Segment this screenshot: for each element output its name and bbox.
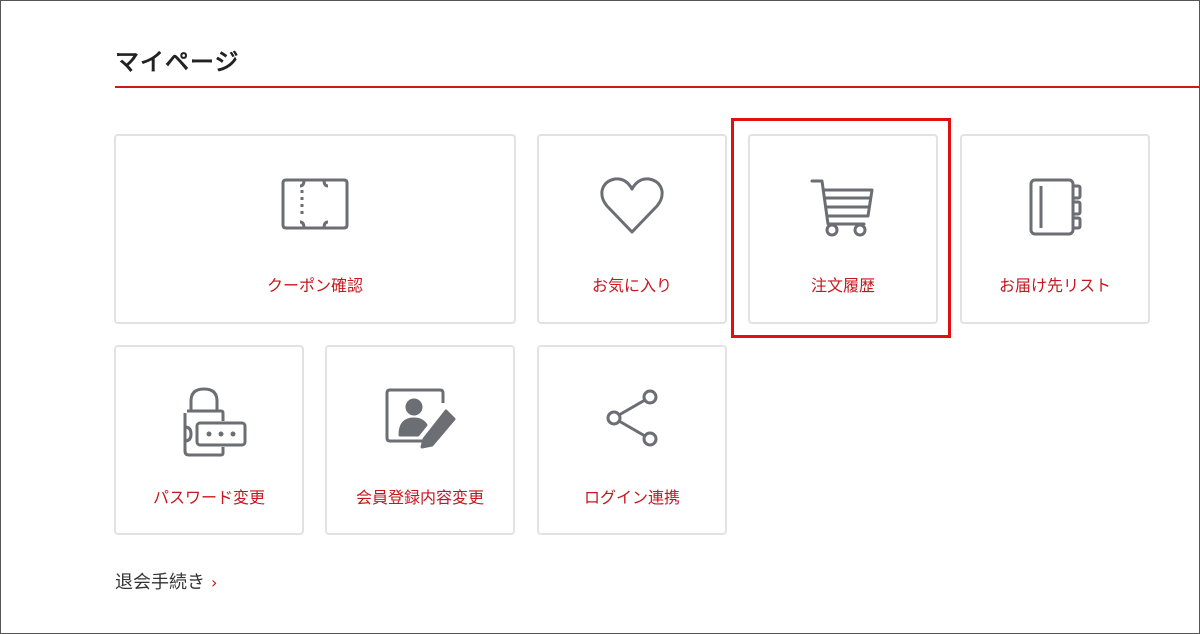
ticket-icon [280,176,350,236]
highlight-box [731,118,951,338]
lock-password-icon [169,387,249,461]
tile-label: 会員登録内容変更 [355,488,484,507]
title-divider [115,86,1200,88]
tile-address-list[interactable]: お届け先リスト [960,134,1150,324]
tile-label: お気に入り [591,276,672,295]
tile-label: クーポン確認 [266,276,363,295]
chevron-right-icon: › [211,573,218,592]
tile-coupon[interactable]: クーポン確認 [114,134,516,324]
address-book-icon [1025,176,1085,242]
tile-label: パスワード変更 [152,488,265,507]
profile-edit-icon [384,387,456,453]
tile-password-change[interactable]: パスワード変更 [114,345,304,535]
page-title: マイページ [115,48,240,76]
tile-favorites[interactable]: お気に入り [537,134,727,324]
tile-label: お届け先リスト [998,276,1111,295]
share-icon [600,387,664,453]
heart-icon [599,176,665,240]
tile-login-link[interactable]: ログイン連携 [537,345,727,535]
tile-label: ログイン連携 [583,488,680,507]
withdraw-label: 退会手続き [115,572,205,593]
tile-member-info-change[interactable]: 会員登録内容変更 [325,345,515,535]
withdraw-link[interactable]: 退会手続き › [115,568,217,594]
